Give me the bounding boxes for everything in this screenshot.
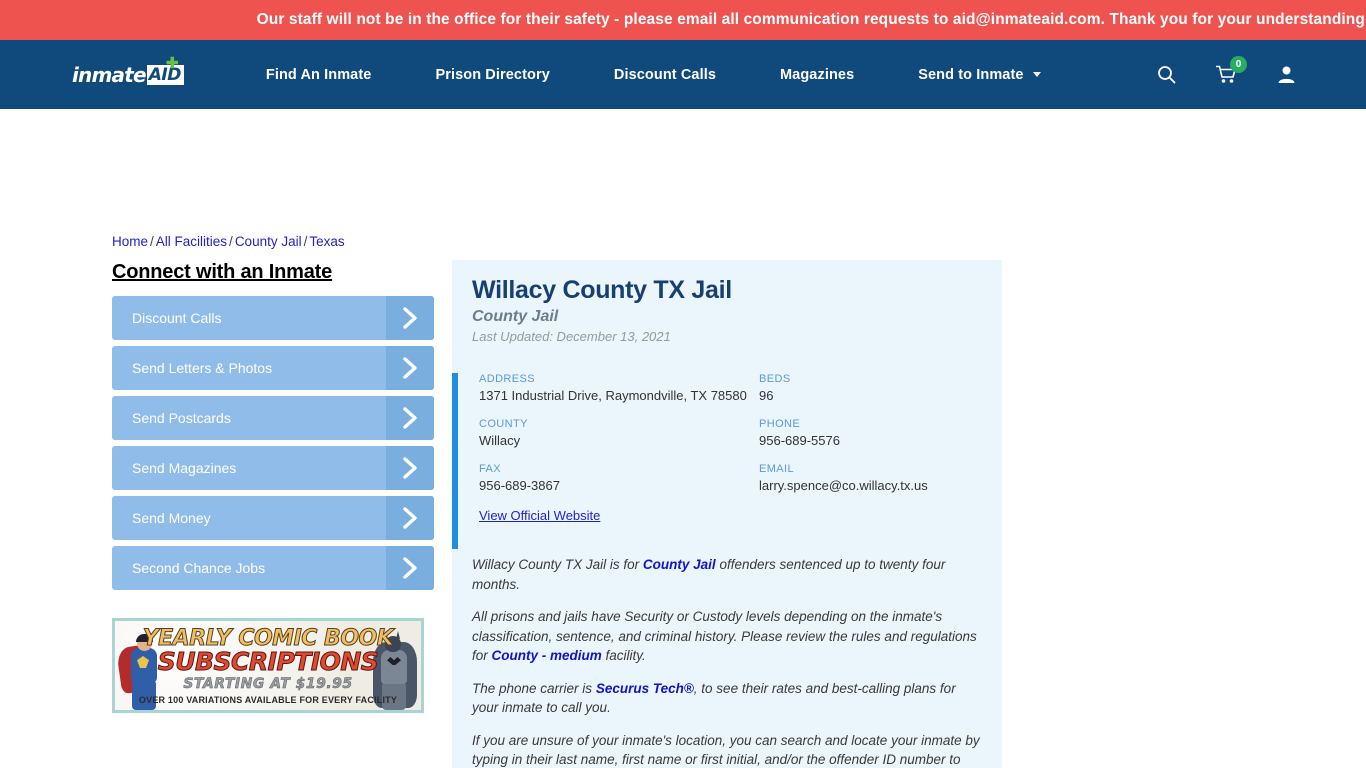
- nav-item-magazines[interactable]: Magazines: [748, 67, 886, 83]
- detail-label: BEDS: [759, 373, 791, 385]
- search-icon[interactable]: [1157, 65, 1176, 84]
- ad-price-line: STARTING AT $19.95: [183, 676, 353, 693]
- sidebar-item-label: Discount Calls: [132, 310, 222, 326]
- breadcrumb-item-all-facilities[interactable]: All Facilities: [156, 234, 227, 249]
- detail-label: FAX: [479, 463, 501, 475]
- p1-text-a: Willacy County TX Jail is for: [472, 557, 643, 572]
- nav-item-label: Send to Inmate: [918, 66, 1024, 83]
- facility-info-card: Willacy County TX Jail County Jail Last …: [452, 260, 1002, 768]
- sidebar-heading: Connect with an Inmate: [112, 261, 333, 283]
- chevron-down-icon: [1032, 72, 1041, 78]
- detail-value: Willacy: [479, 433, 521, 448]
- nav-item-label: Magazines: [780, 66, 855, 83]
- nav-links: Find An Inmate Prison Directory Discount…: [234, 67, 1073, 83]
- comic-book-subscription-ad[interactable]: YEARLY COMIC BOOK SUBSCRIPTIONS STARTING…: [112, 618, 424, 713]
- breadcrumb-item-county-jail[interactable]: County Jail: [235, 234, 302, 249]
- view-official-website-link[interactable]: View Official Website: [479, 508, 600, 523]
- detail-label: PHONE: [759, 418, 801, 430]
- sidebar-item-send-magazines[interactable]: Send Magazines: [112, 446, 434, 490]
- nav-item-label: Find An Inmate: [265, 66, 372, 83]
- cart-count-badge: 0: [1230, 56, 1247, 73]
- detail-address: ADDRESS 1371 Industrial Drive, Raymondvi…: [479, 373, 759, 403]
- site-logo[interactable]: inmate AID ✚: [72, 56, 184, 87]
- detail-label: ADDRESS: [479, 373, 535, 385]
- facility-details-section: ADDRESS 1371 Industrial Drive, Raymondvi…: [452, 373, 1002, 549]
- sidebar-item-label: Send Money: [132, 510, 211, 526]
- facility-card-header: Willacy County TX Jail County Jail Last …: [452, 260, 1002, 344]
- sidebar-item-send-money[interactable]: Send Money: [112, 496, 434, 540]
- detail-label: EMAIL: [759, 463, 795, 475]
- sidebar-item-label: Send Magazines: [132, 460, 237, 476]
- breadcrumb-separator: /: [150, 234, 154, 249]
- detail-label: COUNTY: [479, 418, 528, 430]
- nav-item-label: Discount Calls: [613, 66, 716, 83]
- detail-value: 956-689-3867: [479, 478, 560, 493]
- detail-value: 956-689-5576: [759, 433, 840, 448]
- facility-details-grid: ADDRESS 1371 Industrial Drive, Raymondvi…: [479, 373, 982, 493]
- accent-bar: [452, 373, 458, 549]
- chevron-right-icon: [386, 446, 434, 490]
- facility-type: County Jail: [472, 308, 559, 325]
- sidebar-item-send-letters-photos[interactable]: Send Letters & Photos: [112, 346, 434, 390]
- detail-phone: PHONE 956-689-5576: [759, 418, 982, 448]
- nav-item-find-an-inmate[interactable]: Find An Inmate: [234, 67, 404, 83]
- sidebar-item-discount-calls[interactable]: Discount Calls: [112, 296, 434, 340]
- detail-county: COUNTY Willacy: [479, 418, 759, 448]
- logo-wordmark: inmate: [72, 62, 147, 87]
- sidebar-item-label: Send Postcards: [132, 410, 231, 426]
- facility-last-updated: Last Updated: December 13, 2021: [472, 329, 671, 344]
- description-paragraph-2: All prisons and jails have Security or C…: [472, 607, 980, 666]
- nav-item-send-to-inmate[interactable]: Send to Inmate: [886, 67, 1072, 83]
- detail-value: 1371 Industrial Drive, Raymondville, TX …: [479, 388, 747, 403]
- description-paragraph-3: The phone carrier is Securus Tech®, to s…: [472, 679, 980, 718]
- site-alert-text: Our staff will not be in the office for …: [256, 11, 1366, 28]
- main-navigation-bar: inmate AID ✚ Find An Inmate Prison Direc…: [0, 40, 1366, 109]
- chevron-right-icon: [386, 546, 434, 590]
- nav-icon-group: 0: [1157, 56, 1296, 84]
- sidebar-item-send-postcards[interactable]: Send Postcards: [112, 396, 434, 440]
- breadcrumb: Home / All Facilities / County Jail / Texas: [112, 234, 345, 249]
- chevron-right-icon: [386, 496, 434, 540]
- detail-email: EMAIL larry.spence@co.willacy.tx.us: [759, 463, 982, 493]
- page-content: Home / All Facilities / County Jail / Texas Co…: [0, 109, 1366, 768]
- page-title: Willacy County TX Jail: [472, 276, 732, 304]
- nav-item-label: Prison Directory: [435, 66, 550, 83]
- nav-item-prison-directory[interactable]: Prison Directory: [403, 67, 581, 83]
- chevron-right-icon: [386, 346, 434, 390]
- detail-beds: BEDS 96: [759, 373, 982, 403]
- chevron-right-icon: [386, 396, 434, 440]
- medical-cross-icon: ✚: [166, 54, 179, 72]
- user-account-icon[interactable]: [1277, 65, 1296, 84]
- breadcrumb-item-home[interactable]: Home: [112, 234, 148, 249]
- p2-text-b: facility.: [601, 648, 646, 663]
- breadcrumb-separator: /: [229, 234, 233, 249]
- ad-fine-print: OVER 100 VARIATIONS AVAILABLE FOR EVERY …: [138, 695, 398, 705]
- sidebar-item-label: Second Chance Jobs: [132, 560, 266, 576]
- detail-value: 96: [759, 388, 774, 403]
- description-paragraph-1: Willacy County TX Jail is for County Jai…: [472, 555, 980, 594]
- detail-value: larry.spence@co.willacy.tx.us: [759, 478, 928, 493]
- ad-headline-line-2: SUBSCRIPTIONS: [157, 647, 379, 677]
- county-medium-link[interactable]: County - medium: [492, 648, 602, 663]
- sidebar-item-label: Send Letters & Photos: [132, 360, 273, 376]
- site-alert-banner: Our staff will not be in the office for …: [0, 0, 1366, 40]
- shopping-cart-icon[interactable]: 0: [1216, 56, 1247, 84]
- sidebar-item-second-chance-jobs[interactable]: Second Chance Jobs: [112, 546, 434, 590]
- securus-tech-link[interactable]: Securus Tech®: [596, 681, 694, 696]
- breadcrumb-item-texas[interactable]: Texas: [309, 234, 344, 249]
- county-jail-link[interactable]: County Jail: [643, 557, 716, 572]
- description-paragraph-4: If you are unsure of your inmate's locat…: [472, 732, 980, 768]
- nav-item-discount-calls[interactable]: Discount Calls: [582, 67, 748, 83]
- facility-description: Willacy County TX Jail is for County Jai…: [452, 555, 1002, 768]
- detail-fax: FAX 956-689-3867: [479, 463, 759, 493]
- p3-text-a: The phone carrier is: [472, 680, 596, 696]
- chevron-right-icon: [386, 296, 434, 340]
- sidebar: Connect with an Inmate Discount Calls Se…: [112, 261, 434, 596]
